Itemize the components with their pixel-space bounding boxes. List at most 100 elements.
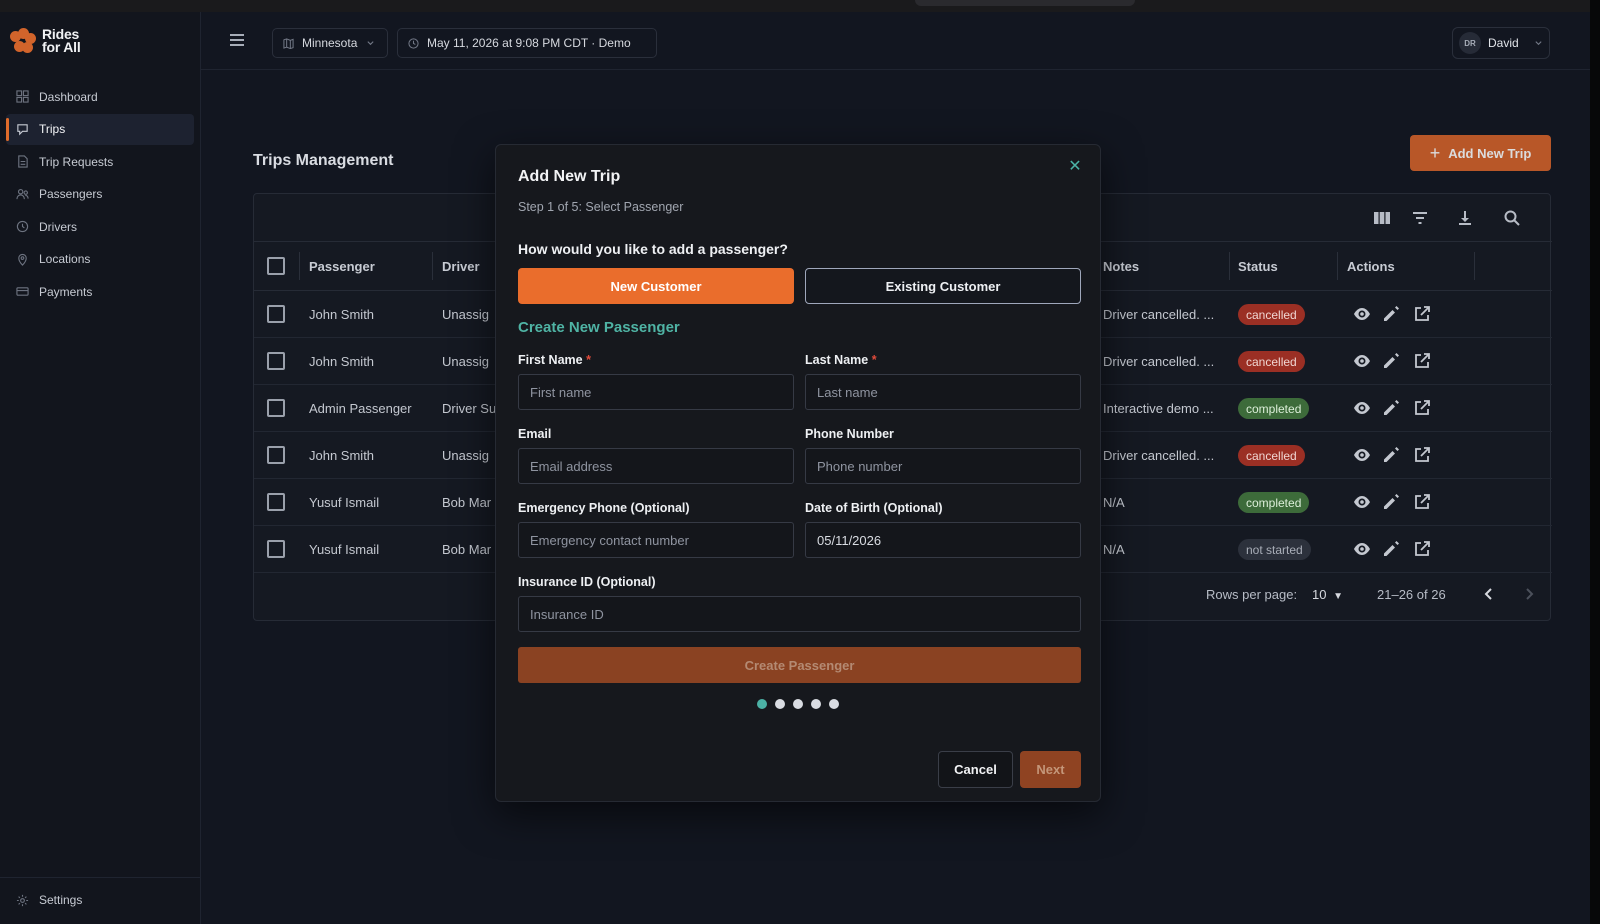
sidebar-item-passengers[interactable]: Passengers [6, 179, 194, 210]
view-icon[interactable] [1352, 445, 1372, 465]
brand-name: Rides for All [42, 26, 81, 55]
cell-driver: Bob Mar [442, 542, 492, 557]
cell-passenger: Admin Passenger [309, 401, 412, 416]
view-icon[interactable] [1352, 539, 1372, 559]
cell-passenger: John Smith [309, 448, 375, 463]
dialog-title: Add New Trip [518, 168, 621, 185]
row-checkbox[interactable] [267, 399, 285, 417]
sidebar-item-label: Payments [39, 284, 93, 299]
add-new-trip-button[interactable]: + Add New Trip [1410, 135, 1551, 171]
row-checkbox[interactable] [267, 352, 285, 370]
view-icon[interactable] [1352, 398, 1372, 418]
email-input[interactable] [530, 458, 782, 474]
existing-customer-button[interactable]: Existing Customer [805, 268, 1081, 304]
email-field[interactable] [518, 448, 794, 484]
edit-icon[interactable] [1381, 351, 1401, 371]
search-icon[interactable] [1502, 208, 1522, 228]
step-dot [775, 699, 785, 709]
menu-icon[interactable] [230, 34, 244, 46]
row-checkbox[interactable] [267, 540, 285, 558]
sidebar-footer: Settings [0, 877, 201, 924]
last-name-input[interactable] [817, 384, 1069, 400]
previous-page-icon[interactable] [1479, 584, 1499, 604]
rows-per-page-label: Rows per page: [1206, 587, 1298, 602]
browser-tab[interactable] [915, 0, 1135, 6]
cell-passenger: John Smith [309, 307, 375, 322]
insurance-id-input[interactable] [530, 606, 1069, 622]
clock-icon [408, 37, 419, 49]
date-of-birth-field[interactable]: 05/11/2026 [805, 522, 1081, 558]
view-icon[interactable] [1352, 351, 1372, 371]
open-external-icon[interactable] [1412, 492, 1432, 512]
view-icon[interactable] [1352, 492, 1372, 512]
column-separator [299, 252, 300, 280]
passenger-method-question: How would you like to add a passenger? [518, 241, 788, 257]
edit-icon[interactable] [1381, 445, 1401, 465]
step-indicator [496, 699, 1100, 709]
datetime-display[interactable]: May 11, 2026 at 9:08 PM CDT · Demo [397, 28, 657, 58]
next-page-icon[interactable] [1519, 584, 1539, 604]
pagination-range: 21–26 of 26 [1377, 587, 1446, 602]
create-passenger-button[interactable]: Create Passenger [518, 647, 1081, 683]
sidebar-item-label: Dashboard [39, 89, 98, 104]
emergency-phone-field[interactable] [518, 522, 794, 558]
sidebar-item-locations[interactable]: Locations [6, 244, 194, 275]
edit-icon[interactable] [1381, 492, 1401, 512]
next-button[interactable]: Next [1020, 751, 1081, 788]
sidebar-nav: Dashboard Trips Trip Requests Passengers… [6, 81, 194, 309]
create-new-passenger-heading: Create New Passenger [518, 319, 680, 336]
column-header-notes[interactable]: Notes [1103, 259, 1139, 274]
cell-driver: Unassig [442, 354, 489, 369]
first-name-input[interactable] [530, 384, 782, 400]
sidebar-item-trips[interactable]: Trips [6, 113, 194, 145]
insurance-id-field[interactable] [518, 596, 1081, 632]
date-of-birth-value: 05/11/2026 [817, 532, 882, 548]
last-name-field[interactable] [805, 374, 1081, 410]
chevron-down-icon [366, 38, 377, 49]
map-icon [283, 37, 294, 49]
sidebar-item-trip-requests[interactable]: Trip Requests [6, 146, 194, 177]
sidebar-item-payments[interactable]: Payments [6, 276, 194, 307]
emergency-phone-input[interactable] [530, 532, 782, 548]
columns-icon[interactable] [1372, 208, 1392, 228]
row-checkbox[interactable] [267, 493, 285, 511]
edit-icon[interactable] [1381, 398, 1401, 418]
phone-input[interactable] [817, 458, 1069, 474]
region-selector[interactable]: Minnesota [272, 28, 388, 58]
row-checkbox[interactable] [267, 446, 285, 464]
close-icon[interactable]: ✕ [1068, 159, 1082, 175]
new-customer-button[interactable]: New Customer [518, 268, 794, 304]
people-icon [16, 188, 29, 201]
column-header-passenger[interactable]: Passenger [309, 259, 375, 274]
view-icon[interactable] [1352, 304, 1372, 324]
sidebar-item-drivers[interactable]: Drivers [6, 211, 194, 242]
rows-per-page-select[interactable]: 10 ▼ [1312, 587, 1343, 602]
open-external-icon[interactable] [1412, 351, 1432, 371]
open-external-icon[interactable] [1412, 445, 1432, 465]
sidebar-item-settings[interactable]: Settings [16, 893, 82, 907]
column-header-status[interactable]: Status [1238, 259, 1278, 274]
cell-passenger: Yusuf Ismail [309, 542, 380, 557]
page-title: Trips Management [253, 152, 394, 169]
first-name-field[interactable] [518, 374, 794, 410]
edit-icon[interactable] [1381, 539, 1401, 559]
status-badge: cancelled [1238, 445, 1305, 466]
last-name-label: Last Name * [805, 353, 877, 367]
column-header-driver[interactable]: Driver [442, 259, 480, 274]
open-external-icon[interactable] [1412, 398, 1432, 418]
download-icon[interactable] [1455, 208, 1475, 228]
open-external-icon[interactable] [1412, 304, 1432, 324]
filter-icon[interactable] [1410, 208, 1430, 228]
edit-icon[interactable] [1381, 304, 1401, 324]
cancel-button[interactable]: Cancel [938, 751, 1013, 788]
cell-driver: Driver Su [442, 401, 497, 416]
sidebar-item-dashboard[interactable]: Dashboard [6, 81, 194, 112]
brand-logo[interactable]: Rides for All [10, 26, 81, 55]
cell-passenger: Yusuf Ismail [309, 495, 380, 510]
topbar: Minnesota May 11, 2026 at 9:08 PM CDT · … [201, 12, 1590, 70]
user-menu[interactable]: DR David [1452, 27, 1550, 59]
open-external-icon[interactable] [1412, 539, 1432, 559]
phone-field[interactable] [805, 448, 1081, 484]
row-checkbox[interactable] [267, 305, 285, 323]
select-all-checkbox[interactable] [267, 257, 285, 275]
